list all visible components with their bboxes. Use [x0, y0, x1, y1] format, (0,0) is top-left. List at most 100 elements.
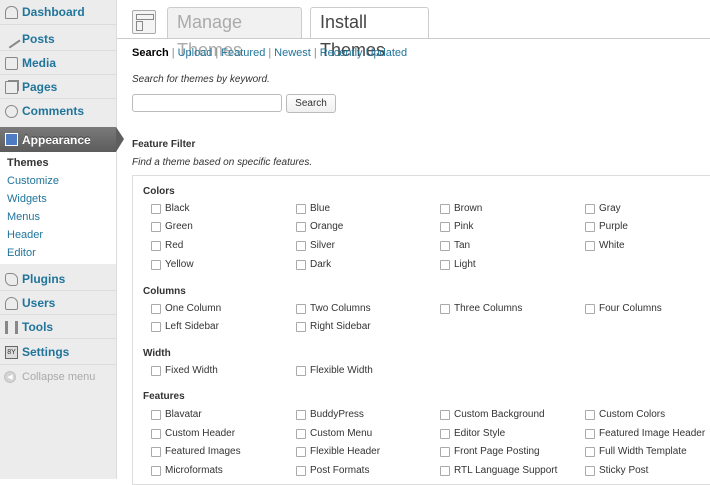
submenu-widgets[interactable]: Widgets	[7, 193, 47, 205]
group-title-colors: Colors	[143, 186, 175, 197]
comments-icon	[5, 104, 18, 118]
checkbox-sticky-post[interactable]: Sticky Post	[585, 465, 648, 476]
checkbox-rtl-language-support[interactable]: RTL Language Support	[440, 465, 557, 476]
checkbox-right-sidebar[interactable]: Right Sidebar	[296, 321, 371, 332]
submenu-themes[interactable]: Themes	[7, 157, 49, 169]
search-description: Search for themes by keyword.	[132, 74, 270, 85]
feature-filter-title: Feature Filter	[132, 139, 196, 150]
subnav-search[interactable]: Search	[132, 47, 169, 59]
checkbox-white[interactable]: White	[585, 240, 625, 251]
menu-settings-label: Settings	[22, 345, 70, 359]
menu-users-label: Users	[22, 296, 56, 310]
checkbox-pink[interactable]: Pink	[440, 221, 473, 232]
checkbox-featured-image-header[interactable]: Featured Image Header	[585, 428, 705, 439]
checkbox-three-columns[interactable]: Three Columns	[440, 303, 522, 314]
tabs-divider	[117, 38, 710, 39]
group-title-columns: Columns	[143, 286, 186, 297]
feature-filter-description: Find a theme based on specific features.	[132, 157, 313, 168]
checkbox-green[interactable]: Green	[151, 221, 193, 232]
install-subnav: Search | Upload | Featured | Newest | Recently U…	[132, 47, 408, 59]
menu-media-label: Media	[22, 56, 57, 70]
checkbox-custom-menu[interactable]: Custom Menu	[296, 428, 372, 439]
checkbox-flexible-header[interactable]: Flexible Header	[296, 446, 380, 457]
submenu-editor[interactable]: Editor	[7, 247, 36, 259]
menu-posts[interactable]: Posts	[0, 27, 116, 51]
checkbox-microformats[interactable]: Microformats	[151, 465, 223, 476]
checkbox-front-page-posting[interactable]: Front Page Posting	[440, 446, 540, 457]
submenu-menus[interactable]: Menus	[7, 211, 40, 223]
checkbox-yellow[interactable]: Yellow	[151, 259, 194, 270]
checkbox-buddypress[interactable]: BuddyPress	[296, 409, 364, 420]
checkbox-silver[interactable]: Silver	[296, 240, 335, 251]
menu-pages-label: Pages	[22, 80, 58, 94]
collapse-arrow-icon: ◀	[4, 371, 16, 383]
collapse-menu-label: Collapse menu	[22, 371, 96, 383]
search-input[interactable]	[132, 94, 282, 112]
checkbox-black[interactable]: Black	[151, 203, 189, 214]
checkbox-flexible-width[interactable]: Flexible Width	[296, 365, 373, 376]
tab-manage-themes[interactable]: Manage Themes	[167, 7, 302, 60]
checkbox-two-columns[interactable]: Two Columns	[296, 303, 371, 314]
checkbox-four-columns[interactable]: Four Columns	[585, 303, 662, 314]
checkbox-one-column[interactable]: One Column	[151, 303, 221, 314]
tab-install-themes[interactable]: Install Themes	[310, 7, 429, 60]
menu-dashboard-label: Dashboard	[22, 5, 85, 19]
themes-screen-icon	[132, 10, 156, 34]
menu-dashboard[interactable]: Dashboard	[0, 0, 116, 24]
tools-icon	[5, 320, 18, 334]
menu-appearance[interactable]: Appearance	[0, 127, 116, 152]
group-title-width: Width	[143, 348, 171, 359]
search-button[interactable]: Search	[286, 94, 336, 113]
menu-users[interactable]: Users	[0, 291, 116, 315]
checkbox-custom-colors[interactable]: Custom Colors	[585, 409, 665, 420]
checkbox-brown[interactable]: Brown	[440, 203, 482, 214]
posts-icon	[2, 29, 21, 49]
checkbox-left-sidebar[interactable]: Left Sidebar	[151, 321, 219, 332]
checkbox-custom-header[interactable]: Custom Header	[151, 428, 235, 439]
subnav-upload[interactable]: Upload	[178, 47, 213, 59]
menu-plugins-label: Plugins	[22, 272, 66, 286]
checkbox-red[interactable]: Red	[151, 240, 183, 251]
menu-media[interactable]: Media	[0, 51, 116, 75]
pages-icon	[5, 80, 18, 94]
plugins-icon	[5, 272, 18, 286]
menu-tools-label: Tools	[22, 320, 54, 334]
menu-settings[interactable]: 8Y Settings	[0, 340, 116, 364]
checkbox-light[interactable]: Light	[440, 259, 476, 270]
main-content: Manage Themes Install Themes Search | Uplo…	[117, 0, 710, 485]
checkbox-tan[interactable]: Tan	[440, 240, 470, 251]
checkbox-orange[interactable]: Orange	[296, 221, 343, 232]
admin-sidebar: Dashboard Posts Media Pages Comments App…	[0, 0, 117, 479]
menu-pages[interactable]: Pages	[0, 75, 116, 99]
media-icon	[5, 56, 18, 70]
users-icon	[5, 296, 18, 310]
menu-plugins[interactable]: Plugins	[0, 267, 116, 291]
checkbox-editor-style[interactable]: Editor Style	[440, 428, 505, 439]
dashboard-icon	[5, 5, 18, 19]
submenu-header[interactable]: Header	[7, 229, 43, 241]
checkbox-gray[interactable]: Gray	[585, 203, 621, 214]
subnav-recently-updated[interactable]: Recently Updated	[320, 47, 407, 59]
feature-filter-box: Colors Black Blue Brown Gray Green Orang…	[132, 175, 710, 485]
checkbox-full-width-template[interactable]: Full Width Template	[585, 446, 687, 457]
checkbox-post-formats[interactable]: Post Formats	[296, 465, 369, 476]
menu-appearance-label: Appearance	[22, 132, 91, 147]
subnav-featured[interactable]: Featured	[221, 47, 265, 59]
checkbox-purple[interactable]: Purple	[585, 221, 628, 232]
menu-comments-label: Comments	[22, 104, 85, 118]
collapse-menu-button[interactable]: ◀ Collapse menu	[4, 371, 95, 383]
appearance-icon	[5, 133, 18, 146]
menu-comments[interactable]: Comments	[0, 99, 116, 123]
subnav-newest[interactable]: Newest	[274, 47, 311, 59]
menu-posts-label: Posts	[22, 32, 55, 46]
checkbox-custom-background[interactable]: Custom Background	[440, 409, 545, 420]
checkbox-featured-images[interactable]: Featured Images	[151, 446, 241, 457]
menu-tools[interactable]: Tools	[0, 315, 116, 339]
group-title-features: Features	[143, 391, 185, 402]
submenu-customize[interactable]: Customize	[7, 175, 59, 187]
settings-icon: 8Y	[5, 345, 18, 359]
checkbox-blue[interactable]: Blue	[296, 203, 330, 214]
checkbox-dark[interactable]: Dark	[296, 259, 331, 270]
checkbox-blavatar[interactable]: Blavatar	[151, 409, 202, 420]
checkbox-fixed-width[interactable]: Fixed Width	[151, 365, 218, 376]
